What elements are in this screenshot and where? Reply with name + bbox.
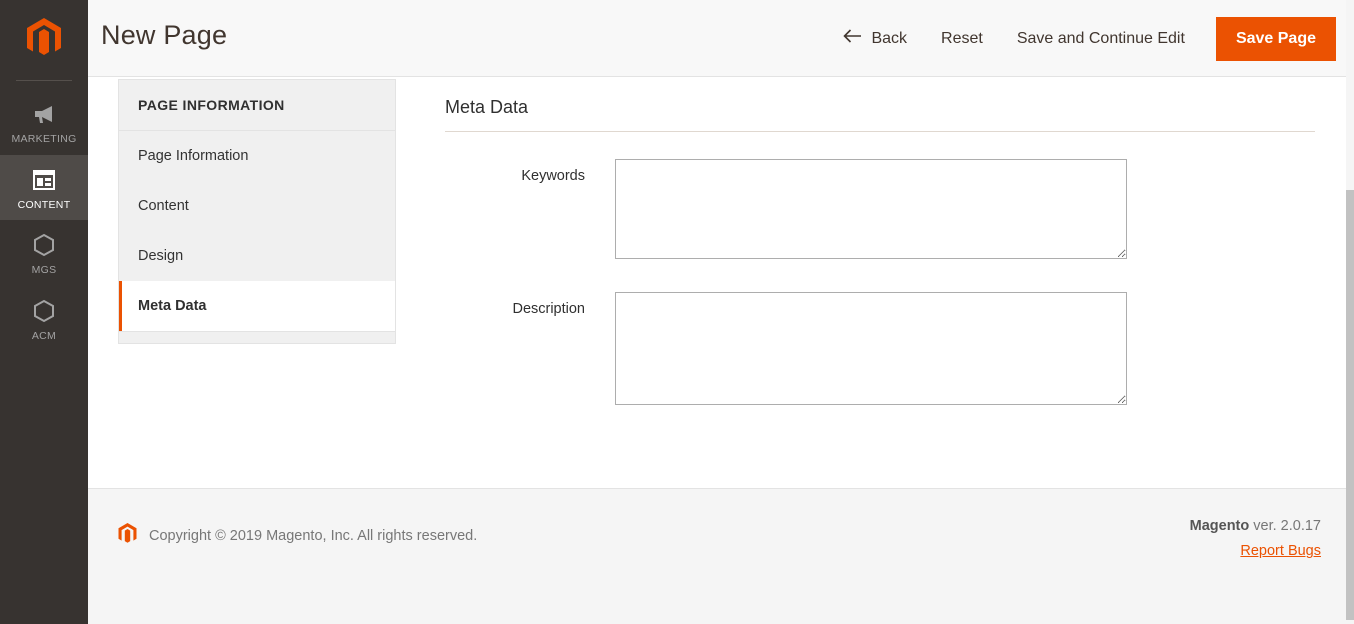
- hexagon-icon: [33, 298, 55, 324]
- admin-sidebar: MARKETING CONTENT MGS ACM: [0, 0, 88, 624]
- content-layout-icon: [32, 167, 56, 193]
- version-number: ver. 2.0.17: [1249, 518, 1321, 534]
- back-button-label: Back: [871, 29, 908, 47]
- copyright: Copyright © 2019 Magento, Inc. All right…: [117, 522, 477, 549]
- reset-button[interactable]: Reset: [924, 22, 1000, 56]
- meta-data-form: Meta Data Keywords Description: [445, 97, 1315, 438]
- vertical-scrollbar-thumb[interactable]: [1346, 190, 1354, 620]
- magento-logo-icon: [117, 522, 138, 549]
- keywords-field: [615, 159, 1127, 259]
- sidebar-item-acm[interactable]: ACM: [0, 286, 88, 352]
- tab-page-information[interactable]: Page Information: [119, 131, 395, 181]
- tab-meta-data[interactable]: Meta Data: [119, 281, 395, 331]
- brand-name: Magento: [1189, 518, 1250, 534]
- page-title: New Page: [101, 20, 228, 50]
- description-textarea[interactable]: [615, 292, 1127, 405]
- section-title: Meta Data: [445, 97, 1315, 132]
- sidebar-item-content[interactable]: CONTENT: [0, 154, 88, 220]
- tab-panel-footer: [119, 331, 395, 343]
- description-field-row: Description: [445, 292, 1315, 405]
- report-bugs-link[interactable]: Report Bugs: [1190, 539, 1321, 564]
- back-button[interactable]: Back: [826, 21, 924, 56]
- sidebar-item-label: MGS: [31, 264, 57, 276]
- sidebar-item-mgs[interactable]: MGS: [0, 220, 88, 286]
- sidebar-item-label: CONTENT: [17, 198, 71, 211]
- content-body: PAGE INFORMATION Page Information Conten…: [88, 77, 1346, 488]
- hexagon-icon: [33, 232, 55, 258]
- sidebar-item-label: MARKETING: [11, 133, 77, 145]
- version-info: Magento ver. 2.0.17 Report Bugs: [1190, 514, 1321, 565]
- sidebar-divider: [16, 80, 72, 81]
- copyright-text: Copyright © 2019 Magento, Inc. All right…: [149, 527, 478, 544]
- keywords-label: Keywords: [521, 168, 585, 184]
- description-label: Description: [512, 301, 585, 317]
- megaphone-icon: [32, 101, 56, 127]
- page-information-tab-panel: PAGE INFORMATION Page Information Conten…: [118, 79, 396, 344]
- tab-design[interactable]: Design: [119, 231, 395, 281]
- save-page-button[interactable]: Save Page: [1215, 16, 1336, 61]
- save-and-continue-button[interactable]: Save and Continue Edit: [1000, 22, 1202, 56]
- arrow-left-icon: [843, 29, 862, 48]
- sidebar-item-label: ACM: [31, 329, 57, 342]
- magento-logo[interactable]: [0, 0, 88, 80]
- tab-panel-heading: PAGE INFORMATION: [119, 80, 395, 131]
- sidebar-item-marketing[interactable]: MARKETING: [0, 89, 88, 155]
- magento-logo-icon: [24, 16, 64, 65]
- page-header: New Page Back Reset Save and Continue Ed…: [88, 0, 1346, 77]
- version-line: Magento ver. 2.0.17: [1190, 514, 1321, 539]
- description-field: [615, 292, 1127, 405]
- header-actions: Back Reset Save and Continue Edit Save P…: [826, 0, 1336, 77]
- vertical-scrollbar-track[interactable]: [1346, 0, 1354, 624]
- admin-page: MARKETING CONTENT MGS ACM New Page Back …: [0, 0, 1354, 624]
- keywords-field-row: Keywords: [445, 159, 1315, 259]
- page-footer: Copyright © 2019 Magento, Inc. All right…: [88, 488, 1346, 624]
- tab-content[interactable]: Content: [119, 181, 395, 231]
- keywords-textarea[interactable]: [615, 159, 1127, 259]
